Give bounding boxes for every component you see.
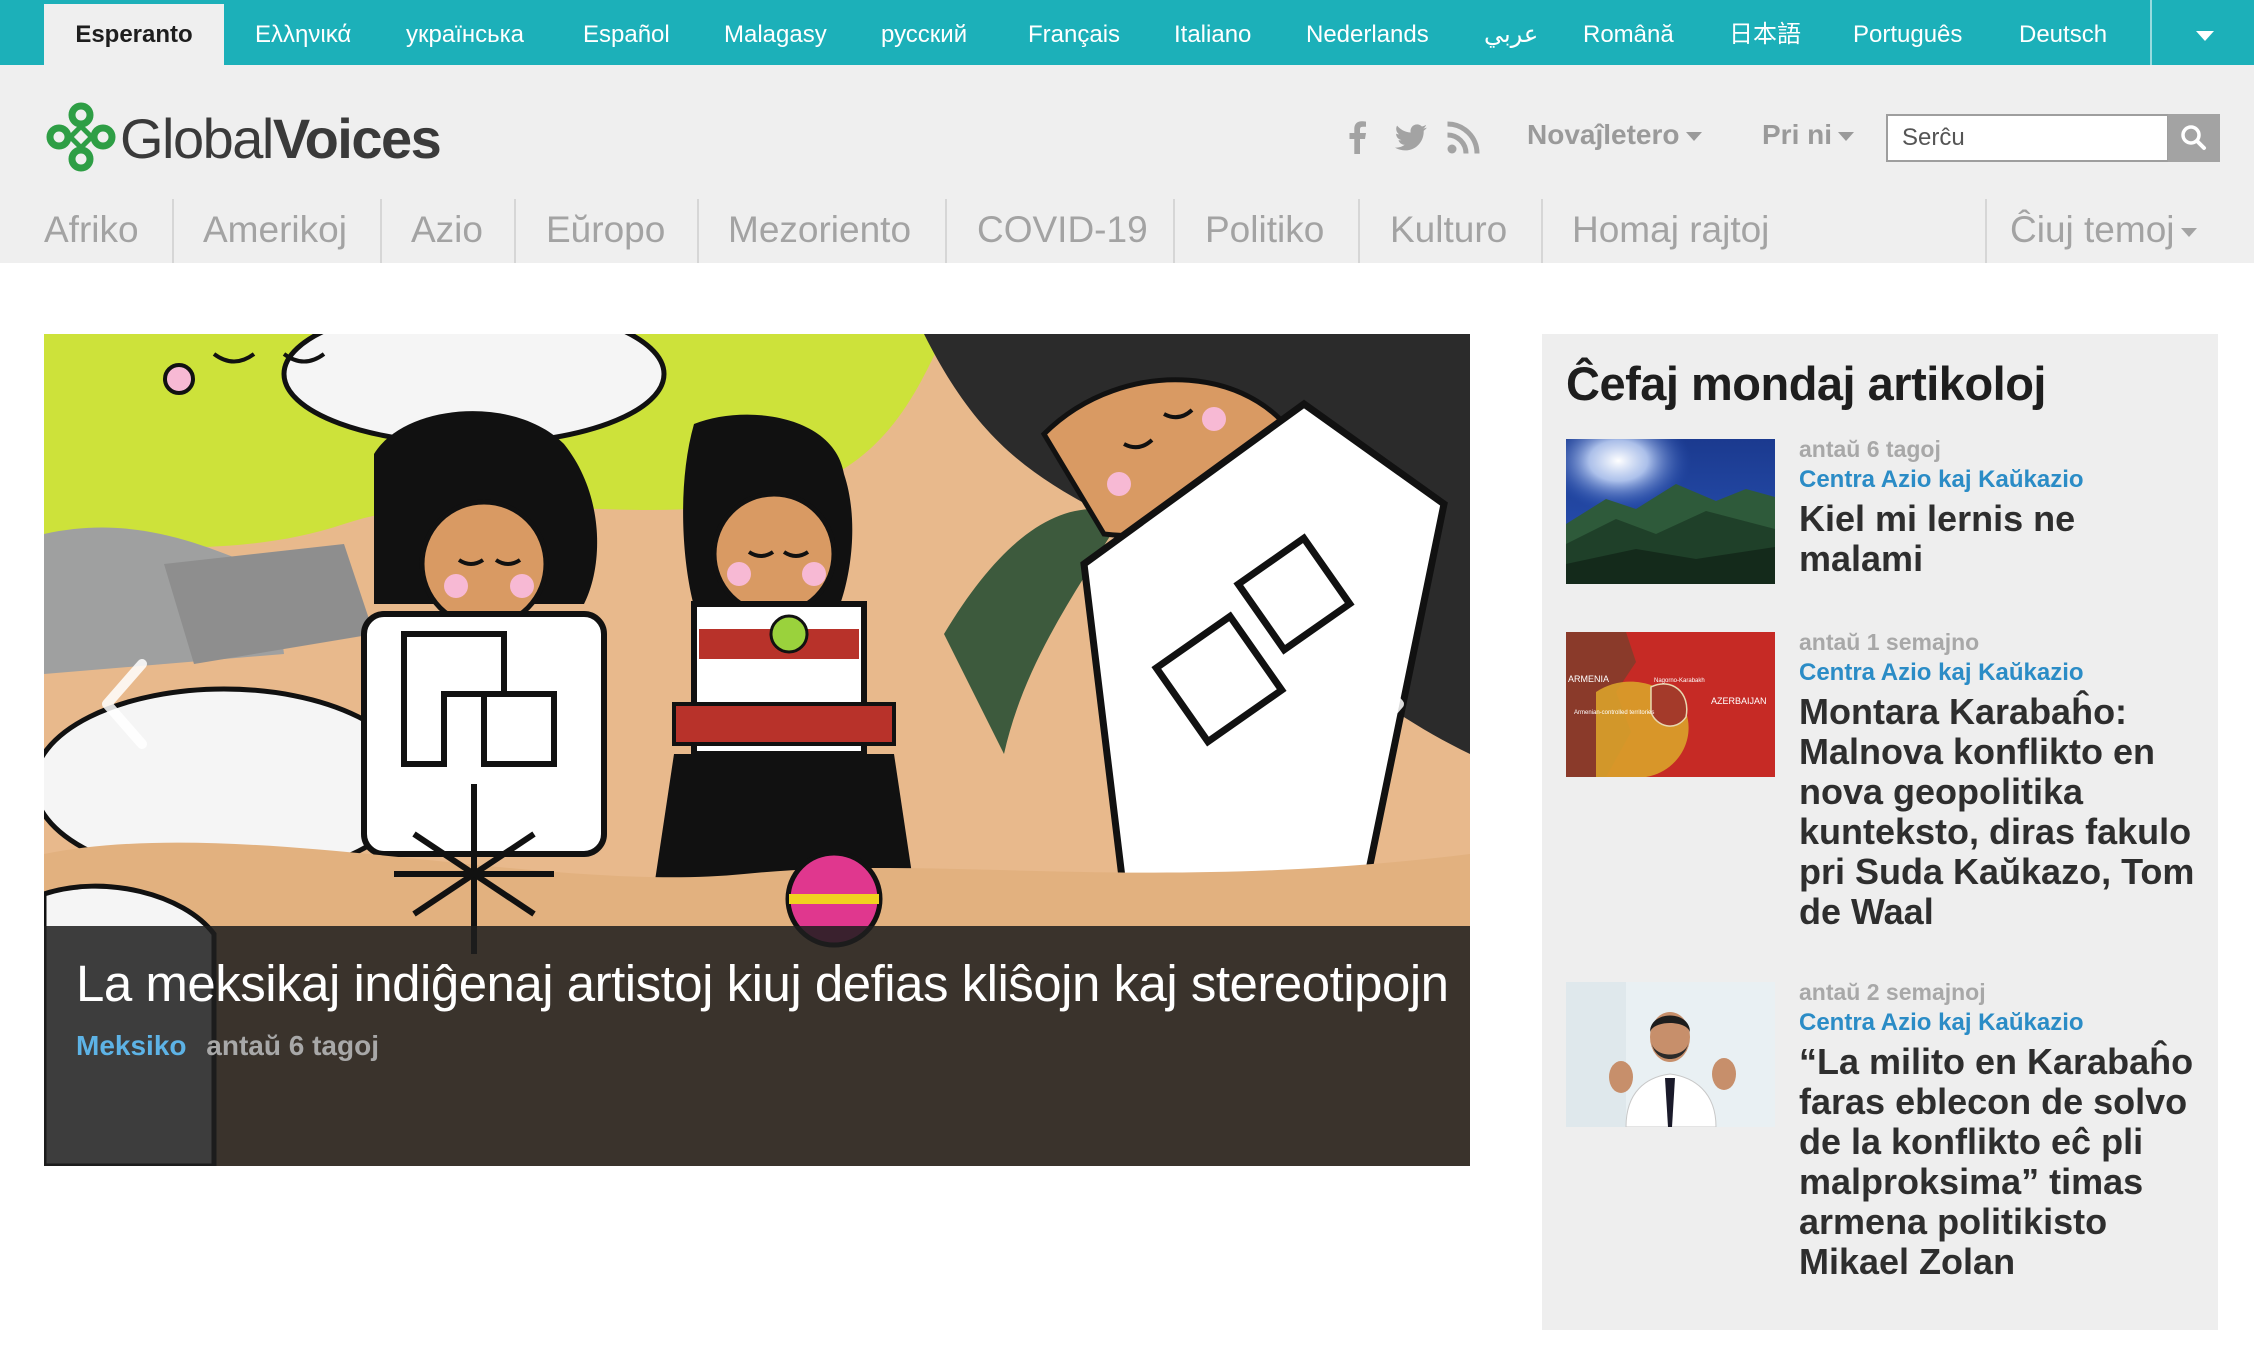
mountain-photo	[1566, 439, 1775, 584]
about-label: Pri ni	[1762, 119, 1833, 150]
search-input[interactable]	[1886, 114, 2169, 162]
article-category-link[interactable]: Centra Azio kaj Kaŭkazio	[1799, 466, 2084, 494]
logo-knot-icon	[46, 102, 116, 172]
politician-photo	[1566, 982, 1775, 1127]
featured-meta: Meksiko antaŭ 6 tagoj	[76, 1030, 379, 1062]
nav-afriko[interactable]: Afriko	[44, 205, 139, 263]
about-dropdown[interactable]: Pri ni	[1762, 119, 1855, 151]
all-topics-dropdown[interactable]: Ĉiuj temoj	[2010, 205, 2197, 263]
logo-wordmark: GlobalVoices	[120, 106, 442, 171]
nav-divider	[1358, 199, 1360, 263]
karabakh-map: ARMENIA AZERBAIJAN Nagorno-Karabakh Arme…	[1566, 632, 1775, 777]
lang-ukrainian[interactable]: українська	[406, 0, 524, 65]
article-thumbnail[interactable]: ARMENIA AZERBAIJAN Nagorno-Karabakh Arme…	[1566, 632, 1775, 777]
more-languages-button[interactable]	[2150, 0, 2254, 65]
lang-dutch[interactable]: Nederlands	[1306, 0, 1429, 65]
article-thumbnail[interactable]	[1566, 439, 1775, 584]
lang-russian[interactable]: русский	[881, 0, 967, 65]
nav-divider	[380, 199, 382, 263]
map-label-nk: Nagorno-Karabakh	[1654, 678, 1705, 684]
rss-icon[interactable]	[1443, 118, 1483, 158]
next-slide-arrow-icon[interactable]	[1344, 654, 1414, 754]
nav-divider	[1173, 199, 1175, 263]
site-header: GlobalVoices Novaĵletero Pri ni Afriko A…	[0, 65, 2254, 263]
language-bar: Esperanto Ελληνικά українська Español Ma…	[0, 0, 2254, 65]
nav-europo[interactable]: Eŭropo	[546, 205, 665, 263]
newsletter-label: Novaĵletero	[1527, 119, 1680, 150]
article-time: antaŭ 2 semajnoj	[1799, 979, 1986, 1005]
article-category-link[interactable]: Centra Azio kaj Kaŭkazio	[1799, 659, 2084, 687]
map-label-controlled: Armenian-controlled territories	[1574, 710, 1654, 716]
featured-category-link[interactable]: Meksiko	[76, 1030, 187, 1061]
logo-part-global: Global	[120, 107, 274, 170]
lang-romanian[interactable]: Română	[1583, 0, 1674, 65]
nav-mezoriento[interactable]: Mezoriento	[728, 205, 911, 263]
lang-french[interactable]: Français	[1028, 0, 1120, 65]
nav-homaj-rajtoj[interactable]: Homaj rajtoj	[1572, 205, 1769, 263]
lang-italian[interactable]: Italiano	[1174, 0, 1251, 65]
lang-greek[interactable]: Ελληνικά	[255, 0, 351, 65]
nav-divider	[697, 199, 699, 263]
featured-caption: La meksikaj indiĝenaj artistoj kiuj defi…	[44, 926, 1470, 1166]
article-time: antaŭ 6 tagoj	[1799, 436, 1941, 462]
caret-down-icon	[2180, 227, 2197, 237]
lang-arabic[interactable]: عربي	[1484, 0, 1538, 65]
map-label-armenia: ARMENIA	[1568, 674, 1609, 684]
article-title[interactable]: “La milito en Karabaĥo faras eblecon de …	[1799, 1042, 2199, 1282]
article-title[interactable]: Kiel mi lernis ne malami	[1799, 499, 2199, 579]
all-topics-label: Ĉiuj temoj	[2010, 209, 2175, 250]
newsletter-dropdown[interactable]: Novaĵletero	[1527, 119, 1702, 151]
chevron-down-icon	[2196, 31, 2214, 41]
list-item[interactable]: antaŭ 2 semajnoj Centra Azio kaj Kaŭkazi…	[1566, 979, 2206, 1302]
search-icon	[2181, 125, 2206, 150]
caret-down-icon	[1685, 132, 1702, 142]
article-time: antaŭ 1 semajno	[1799, 629, 1980, 655]
featured-title[interactable]: La meksikaj indiĝenaj artistoj kiuj defi…	[76, 954, 1449, 1013]
caret-down-icon	[1838, 132, 1855, 142]
facebook-icon[interactable]	[1338, 118, 1378, 158]
nav-divider	[1541, 199, 1543, 263]
logo-part-voices: Voices	[272, 107, 442, 170]
featured-story[interactable]: La meksikaj indiĝenaj artistoj kiuj defi…	[44, 334, 1470, 1166]
lang-spanish[interactable]: Español	[583, 0, 670, 65]
search-button[interactable]	[2168, 114, 2220, 162]
twitter-icon[interactable]	[1390, 118, 1430, 158]
lang-portuguese[interactable]: Português	[1853, 0, 1962, 65]
map-label-azerbaijan: AZERBAIJAN	[1711, 696, 1767, 706]
nav-divider	[945, 199, 947, 263]
nav-divider	[1985, 199, 1987, 263]
nav-divider	[172, 199, 174, 263]
sidebar-title: Ĉefaj mondaj artikoloj	[1566, 357, 2046, 410]
previous-slide-arrow-icon[interactable]	[92, 654, 162, 754]
featured-time: antaŭ 6 tagoj	[206, 1030, 379, 1061]
lang-german[interactable]: Deutsch	[2019, 0, 2107, 65]
article-category-link[interactable]: Centra Azio kaj Kaŭkazio	[1799, 1009, 2084, 1037]
lang-esperanto[interactable]: Esperanto	[44, 4, 224, 65]
article-title[interactable]: Montara Karabaĥo: Malnova konflikto en n…	[1799, 692, 2199, 932]
lang-malagasy[interactable]: Malagasy	[724, 0, 827, 65]
top-stories-sidebar: Ĉefaj mondaj artikoloj antaŭ 6 tagoj Cen…	[1542, 334, 2218, 1330]
nav-azio[interactable]: Azio	[411, 205, 483, 263]
list-item[interactable]: antaŭ 6 tagoj Centra Azio kaj Kaŭkazio K…	[1566, 436, 2206, 599]
nav-covid-19[interactable]: COVID-19	[977, 205, 1148, 263]
nav-kulturo[interactable]: Kulturo	[1390, 205, 1507, 263]
list-item[interactable]: ARMENIA AZERBAIJAN Nagorno-Karabakh Arme…	[1566, 629, 2206, 952]
article-thumbnail[interactable]	[1566, 982, 1775, 1127]
nav-politiko[interactable]: Politiko	[1205, 205, 1324, 263]
lang-japanese[interactable]: 日本語	[1729, 0, 1801, 65]
nav-amerikoj[interactable]: Amerikoj	[203, 205, 347, 263]
nav-divider	[514, 199, 516, 263]
